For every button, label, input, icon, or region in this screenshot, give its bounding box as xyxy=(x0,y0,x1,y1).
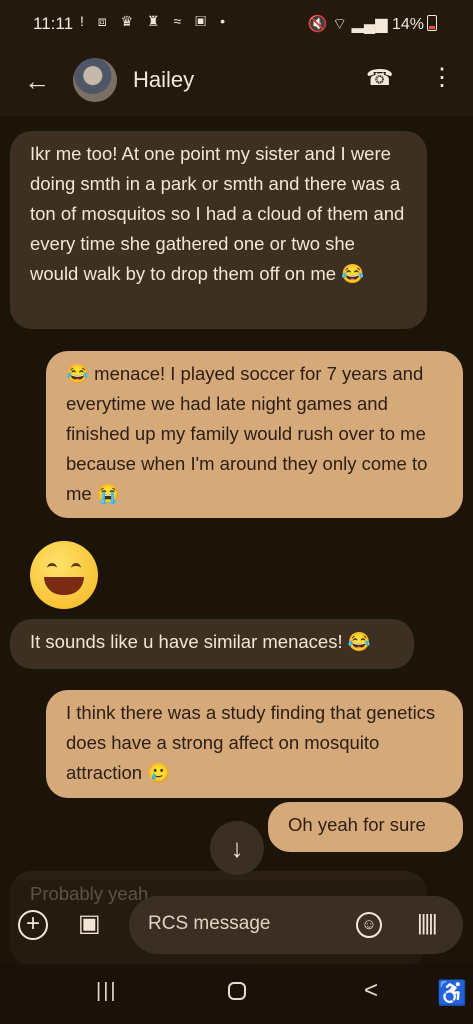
battery-icon xyxy=(427,15,437,31)
message-bubble-incoming[interactable]: It sounds like u have similar menaces! 😂 xyxy=(10,619,414,669)
message-bubble-outgoing[interactable]: 😂 menace! I played soccer for 7 years an… xyxy=(46,351,463,518)
avatar[interactable] xyxy=(73,58,117,102)
voice-icon[interactable]: ||||| xyxy=(417,910,438,936)
laughing-emoji-message[interactable] xyxy=(30,541,98,609)
status-time: 11:11 xyxy=(33,14,74,33)
emoji-eye xyxy=(71,563,81,571)
more-vert-icon[interactable]: ⋮ xyxy=(430,66,454,90)
status-icons: ! ⧈ ♛ ♜ ≈ ▣ • xyxy=(80,13,231,29)
status-right: 🔇 ⌔ ▂▄▆ 14% xyxy=(308,14,437,34)
home-icon[interactable] xyxy=(228,982,246,1000)
back-arrow-icon[interactable]: ← xyxy=(24,66,50,97)
phone-icon[interactable]: ☎ xyxy=(366,65,393,91)
accessibility-icon[interactable]: ♿ xyxy=(437,979,467,1008)
nav-back-icon[interactable]: < xyxy=(364,977,378,1005)
message-bubble-outgoing[interactable]: I think there was a study finding that g… xyxy=(46,690,463,798)
message-placeholder[interactable]: RCS message xyxy=(148,913,271,935)
gallery-icon[interactable]: ▣ xyxy=(78,909,108,939)
message-bubble-incoming[interactable]: Ikr me too! At one point my sister and I… xyxy=(10,131,427,329)
plus-icon[interactable]: + xyxy=(18,910,48,940)
status-bar: 11:11 ! ⧈ ♛ ♜ ≈ ▣ • 🔇 ⌔ ▂▄▆ 14% xyxy=(0,0,473,48)
emoji-icon[interactable]: ☺ xyxy=(356,912,382,938)
scroll-down-button[interactable]: ↓ xyxy=(210,821,264,875)
recent-apps-icon[interactable]: ||| xyxy=(96,980,118,1003)
app-bar xyxy=(0,48,473,116)
contact-name[interactable]: Hailey xyxy=(133,67,194,93)
message-bubble-outgoing[interactable]: Oh yeah for sure xyxy=(268,802,463,852)
battery-text: 14% xyxy=(391,16,424,33)
